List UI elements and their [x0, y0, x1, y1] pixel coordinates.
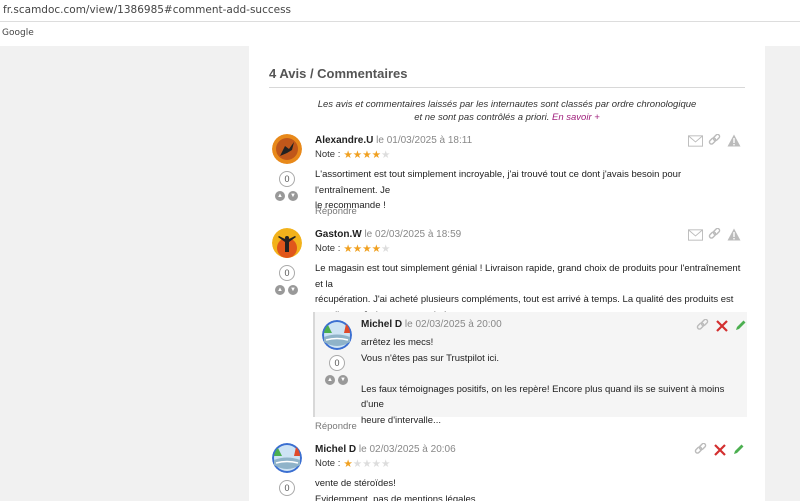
address-bar[interactable]: fr.scamdoc.com/view/1386985#comment-add-… [0, 0, 800, 22]
delete-icon[interactable] [714, 318, 729, 333]
edit-icon[interactable] [731, 442, 746, 457]
notice-line-2: et ne sont pas contrôlés a priori. En sa… [414, 112, 600, 123]
reply-actions [695, 318, 748, 333]
section-divider [269, 87, 745, 88]
vote-count: 0 [279, 480, 295, 496]
rating-label: Note : [315, 243, 341, 254]
rating: Note : ★ ★ ★ ★ ★ [315, 458, 390, 469]
avatar[interactable] [272, 228, 302, 258]
star-filled-icon: ★ [371, 242, 382, 255]
link-icon[interactable] [693, 442, 708, 457]
learn-more-link[interactable]: En savoir + [552, 112, 600, 123]
star-filled-icon: ★ [371, 148, 382, 161]
text-line: Evidemment, pas de mentions légales... [315, 493, 484, 501]
star-empty-icon: ★ [381, 457, 391, 470]
comment-date: le 02/03/2025 à 18:59 [364, 229, 462, 240]
right-gutter [765, 46, 800, 501]
star-filled-icon: ★ [362, 242, 372, 255]
text-line: récupération. J'ai acheté plusieurs comp… [315, 294, 734, 305]
star-rating: ★ ★ ★ ★ ★ [343, 242, 391, 255]
link-icon[interactable] [707, 227, 722, 242]
reply-author: Michel D le 02/03/2025 à 20:00 [361, 319, 502, 330]
vote-buttons: ▲ ▼ [325, 375, 348, 385]
thumbs-down-icon[interactable]: ▼ [338, 375, 348, 385]
comment-date: le 02/03/2025 à 20:06 [358, 444, 456, 455]
star-filled-icon: ★ [352, 148, 363, 161]
author-name[interactable]: Gaston.W [315, 229, 362, 240]
vote-count: 0 [329, 355, 345, 371]
text-line: arrêtez les mecs! [361, 337, 434, 348]
envelope-icon[interactable] [688, 227, 703, 242]
author-name[interactable]: Michel D [315, 444, 356, 455]
moderation-notice: Les avis et commentaires laissés par les… [249, 98, 765, 124]
star-filled-icon: ★ [362, 148, 372, 161]
rating: Note : ★ ★ ★ ★ ★ [315, 149, 390, 160]
star-empty-icon: ★ [381, 148, 391, 161]
bookmark-google[interactable]: Google [2, 28, 34, 38]
vote-buttons: ▲ ▼ [275, 285, 298, 295]
comment-body: L'assortiment est tout simplement incroy… [315, 167, 745, 214]
thumbs-up-icon[interactable]: ▲ [325, 375, 335, 385]
thumbs-up-icon[interactable]: ▲ [275, 285, 285, 295]
vote-count: 0 [279, 265, 295, 281]
url-text[interactable]: fr.scamdoc.com/view/1386985#comment-add-… [3, 4, 291, 16]
comment-actions [688, 227, 741, 242]
star-empty-icon: ★ [371, 457, 382, 470]
comment-author: Alexandre.U le 01/03/2025 à 18:11 [315, 135, 472, 146]
envelope-icon[interactable] [688, 133, 703, 148]
reply-body: arrêtez les mecs! Vous n'êtes pas sur Tru… [361, 335, 745, 428]
section-title: 4 Avis / Commentaires [269, 66, 408, 81]
reply-date: le 02/03/2025 à 20:00 [404, 319, 502, 330]
text-line: le recommande ! [315, 200, 386, 211]
avatar[interactable] [272, 443, 302, 473]
notice-line-1: Les avis et commentaires laissés par les… [317, 99, 697, 110]
text-line [361, 366, 745, 382]
comment-author: Michel D le 02/03/2025 à 20:06 [315, 444, 456, 455]
text-line: heure d'intervalle... [361, 414, 441, 426]
author-name[interactable]: Michel D [361, 319, 402, 330]
star-rating: ★ ★ ★ ★ ★ [343, 148, 391, 161]
link-icon[interactable] [707, 133, 722, 148]
comment-actions [688, 133, 741, 148]
thumbs-down-icon[interactable]: ▼ [288, 191, 298, 201]
reply-button[interactable]: Répondre [315, 206, 357, 217]
comments-section: 4 Avis / Commentaires Les avis et commen… [249, 46, 765, 501]
text-line: vente de stéroïdes! [315, 478, 396, 489]
vote-buttons: ▲ ▼ [275, 191, 298, 201]
link-icon[interactable] [695, 318, 710, 333]
text-line: Les faux témoignages positifs, on les re… [361, 383, 725, 411]
star-empty-icon: ★ [362, 457, 372, 470]
star-filled-icon: ★ [343, 148, 353, 161]
star-empty-icon: ★ [381, 242, 391, 255]
rating: Note : ★ ★ ★ ★ ★ [315, 243, 390, 254]
bookmarks-bar: Google [0, 22, 800, 46]
comment-date: le 01/03/2025 à 18:11 [376, 135, 473, 146]
edit-icon[interactable] [733, 318, 748, 333]
star-filled-icon: ★ [343, 242, 353, 255]
avatar[interactable] [322, 320, 352, 350]
thumbs-up-icon[interactable]: ▲ [275, 191, 285, 201]
reply-button[interactable]: Répondre [315, 421, 357, 432]
rating-label: Note : [315, 149, 341, 160]
comment-body: vente de stéroïdes! Evidemment, pas de me… [315, 476, 745, 501]
star-filled-icon: ★ [343, 457, 353, 470]
warning-icon[interactable] [726, 133, 741, 148]
text-line: L'assortiment est tout simplement incroy… [315, 169, 682, 196]
star-empty-icon: ★ [352, 457, 363, 470]
rating-label: Note : [315, 458, 341, 469]
author-name[interactable]: Alexandre.U [315, 135, 373, 146]
reply-item: 0 ▲ ▼ Michel D le 02/03/2025 à 20:00 arr… [313, 312, 748, 426]
text-line: Le magasin est tout simplement génial ! … [315, 263, 741, 290]
text-line: Vous n'êtes pas sur Trustpilot ici. [361, 352, 500, 364]
star-filled-icon: ★ [352, 242, 363, 255]
vote-count: 0 [279, 171, 295, 187]
comment-author: Gaston.W le 02/03/2025 à 18:59 [315, 229, 461, 240]
warning-icon[interactable] [726, 227, 741, 242]
avatar[interactable] [272, 134, 302, 164]
delete-icon[interactable] [712, 442, 727, 457]
comment-actions [693, 442, 746, 457]
star-rating: ★ ★ ★ ★ ★ [343, 457, 391, 470]
thumbs-down-icon[interactable]: ▼ [288, 285, 298, 295]
